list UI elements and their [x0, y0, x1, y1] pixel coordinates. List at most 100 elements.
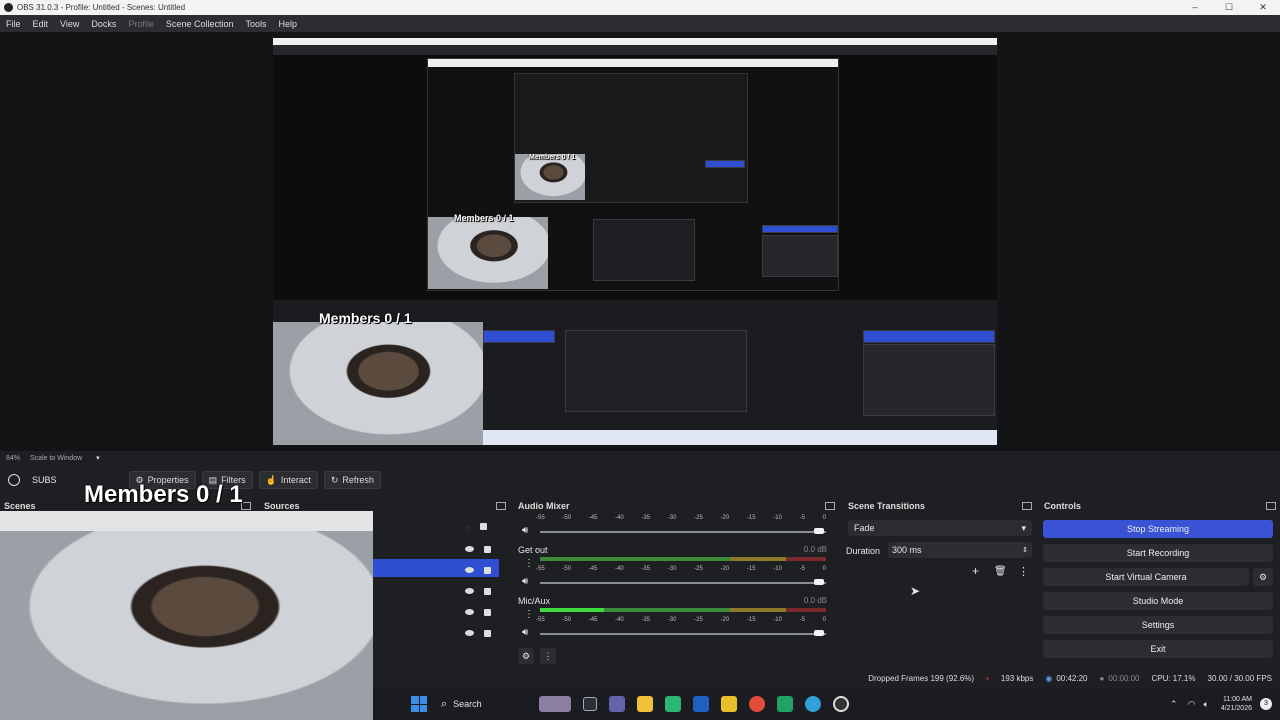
eye-hidden-icon[interactable]: ◌: [465, 523, 470, 533]
speaker-icon[interactable]: 🔊︎: [522, 525, 528, 536]
scale-tick: -25: [694, 515, 703, 521]
transition-value: Fade: [854, 523, 875, 533]
lock-icon[interactable]: [484, 630, 491, 637]
source-icon: [8, 474, 20, 486]
edge-icon[interactable]: [805, 696, 822, 712]
trash-icon[interactable]: 🗑︎: [994, 566, 1007, 577]
close-button[interactable]: ✕: [1246, 0, 1280, 15]
chevron-up-icon[interactable]: ⌃: [1170, 699, 1178, 710]
speaker-icon[interactable]: 🔊︎: [522, 576, 528, 587]
scale-tick: -55: [536, 566, 545, 572]
wifi-icon[interactable]: ◠: [1188, 699, 1196, 710]
menu-file[interactable]: File: [0, 19, 27, 29]
undock-icon[interactable]: [496, 502, 506, 510]
eye-icon[interactable]: [465, 630, 474, 636]
clock[interactable]: 11:00 AM 4/21/2026: [1221, 695, 1252, 713]
scale-tick: -50: [562, 515, 572, 521]
menu-profile[interactable]: Profile: [122, 19, 160, 29]
volume-slider[interactable]: [540, 582, 826, 584]
lock-icon[interactable]: [484, 588, 491, 595]
scale-tick: 0: [822, 515, 826, 521]
lock-icon[interactable]: [484, 546, 491, 553]
scale-tick: -10: [773, 617, 782, 623]
interact-button[interactable]: ☝ Interact: [258, 471, 318, 489]
excel-icon[interactable]: [721, 696, 738, 712]
spin-arrows-icon[interactable]: ⇕: [1022, 546, 1028, 554]
volume-knob[interactable]: [814, 630, 824, 636]
teams-icon[interactable]: [609, 696, 626, 712]
scale-tick: 0: [822, 617, 826, 623]
chevron-down-icon[interactable]: ▾: [96, 454, 100, 462]
maximize-button[interactable]: ☐: [1212, 0, 1246, 15]
preview-canvas[interactable]: Members 0 / 1 Members 0 / 1 Members 0 / …: [273, 38, 997, 445]
menu-docks[interactable]: Docks: [85, 19, 122, 29]
settings-button[interactable]: Settings: [1043, 616, 1273, 634]
current-source-name: SUBS: [32, 475, 57, 485]
menu-scene-collection[interactable]: Scene Collection: [160, 19, 240, 29]
channel-level: 0.0 dB: [803, 596, 827, 605]
kebab-menu-icon[interactable]: ⋮: [1018, 565, 1029, 578]
meter-red: [786, 608, 826, 612]
channel-name: Mic/Aux: [518, 596, 551, 606]
mixer-settings-icon[interactable]: ⚙: [518, 648, 534, 664]
widgets-icon[interactable]: [539, 696, 572, 712]
add-icon[interactable]: +: [972, 564, 979, 578]
play-icon[interactable]: [777, 696, 794, 712]
app-icon[interactable]: [665, 696, 682, 712]
stop-streaming-button[interactable]: Stop Streaming: [1043, 520, 1273, 538]
volume-slider[interactable]: [540, 531, 826, 533]
mouse-cursor-icon: ➤: [910, 584, 921, 598]
kebab-menu-icon[interactable]: ⋮: [524, 609, 534, 620]
task-view-icon[interactable]: [583, 697, 598, 711]
scale-tick: -55: [536, 617, 545, 623]
file-explorer-icon[interactable]: [637, 696, 654, 712]
audio-mixer-title: Audio Mixer: [518, 501, 570, 511]
menu-help[interactable]: Help: [272, 19, 303, 29]
scale-tick: -20: [720, 617, 730, 623]
menu-edit[interactable]: Edit: [27, 19, 55, 29]
taskbar-search[interactable]: Search: [453, 699, 533, 709]
studio-mode-button[interactable]: Studio Mode: [1043, 592, 1273, 610]
preview-area[interactable]: Members 0 / 1 Members 0 / 1 Members 0 / …: [0, 32, 1280, 451]
undock-icon[interactable]: [1022, 502, 1032, 510]
search-icon[interactable]: ⌕: [441, 698, 447, 711]
lock-icon[interactable]: [480, 523, 488, 530]
meter-scale: -55 -50 -45 -40 -35 -30 -25 -20 -15 -10 -5 0: [536, 617, 826, 623]
duration-spinbox[interactable]: 300 ms ⇕: [888, 542, 1032, 558]
gear-icon[interactable]: ⚙: [1253, 568, 1273, 586]
kebab-menu-icon[interactable]: ⋮: [540, 648, 556, 664]
chrome-icon[interactable]: [749, 696, 766, 712]
lock-icon[interactable]: [484, 567, 491, 574]
kebab-menu-icon[interactable]: ⋮: [524, 558, 534, 569]
start-virtual-camera-button[interactable]: Start Virtual Camera: [1043, 568, 1249, 586]
eye-icon[interactable]: [465, 546, 474, 552]
volume-slider[interactable]: [540, 633, 826, 635]
obs-taskbar-icon[interactable]: [833, 696, 850, 712]
nested-menubar: [273, 45, 997, 55]
eye-icon[interactable]: [465, 567, 474, 573]
menu-view[interactable]: View: [54, 19, 85, 29]
eye-icon[interactable]: [465, 588, 474, 594]
refresh-button[interactable]: ↻ Refresh: [323, 471, 381, 489]
lock-icon[interactable]: [484, 609, 491, 616]
minimize-button[interactable]: –: [1178, 0, 1212, 15]
interact-label: Interact: [280, 475, 311, 485]
clock-date: 4/21/2026: [1220, 705, 1252, 712]
refresh-label: Refresh: [342, 475, 374, 485]
volume-icon[interactable]: 🔈︎: [1203, 699, 1208, 710]
undock-icon[interactable]: [825, 502, 835, 510]
notification-badge[interactable]: 3: [1260, 698, 1272, 710]
transition-select[interactable]: Fade ▾: [848, 520, 1032, 536]
start-recording-button[interactable]: Start Recording: [1043, 544, 1273, 562]
speaker-icon[interactable]: 🔊︎: [522, 627, 528, 638]
undock-icon[interactable]: [1266, 502, 1276, 510]
store-icon[interactable]: [693, 696, 710, 712]
volume-knob[interactable]: [814, 579, 824, 585]
menu-tools[interactable]: Tools: [239, 19, 272, 29]
eye-icon[interactable]: [465, 609, 474, 615]
volume-knob[interactable]: [814, 528, 824, 534]
exit-button[interactable]: Exit: [1043, 640, 1273, 658]
scale-mode-select[interactable]: Scale to Window: [30, 455, 82, 462]
windows-start-icon[interactable]: [411, 696, 427, 712]
scale-tick: -45: [588, 566, 598, 572]
